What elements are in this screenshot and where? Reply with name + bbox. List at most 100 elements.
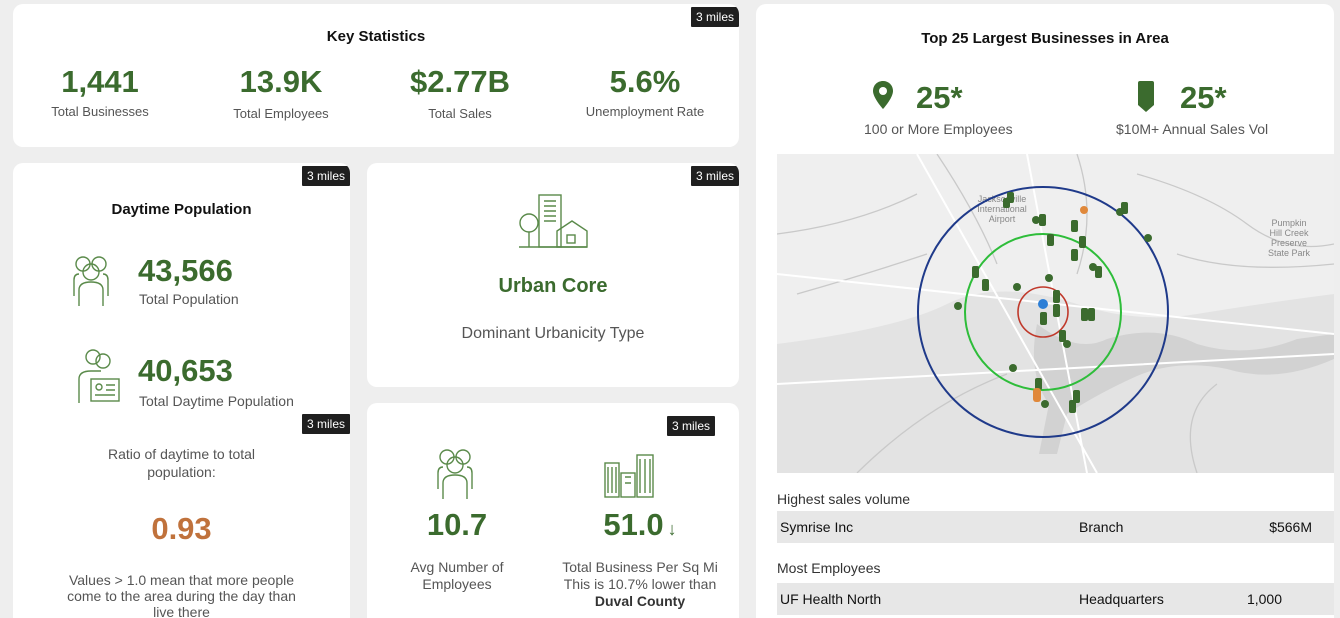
avg-employees-label-line: Avg Number of (410, 559, 504, 575)
business-name: Symrise Inc (780, 519, 854, 535)
daytime-population-value: 40,653 (138, 353, 233, 388)
urbanicity-value: Urban Core (498, 275, 608, 297)
stat-label: Unemployment Rate (585, 104, 705, 119)
map-label-park: Pumpkin (1271, 218, 1306, 228)
map-pin[interactable] (1032, 216, 1040, 224)
down-arrow-icon: ↓ (667, 519, 677, 539)
stat-value: 5.6% (609, 64, 681, 99)
map-marker[interactable] (1088, 308, 1095, 321)
map-pin[interactable] (1063, 340, 1071, 348)
map-pin[interactable] (1144, 234, 1152, 242)
stat-total-sales: $2.77B Total Sales (385, 64, 535, 121)
map-pin[interactable] (954, 302, 962, 310)
map-marker[interactable] (1053, 290, 1060, 303)
sales-count-label: $10M+ Annual Sales Vol (1116, 121, 1269, 137)
map-marker[interactable] (1053, 304, 1060, 317)
ratio-note: Values > 1.0 mean that more people come … (13, 572, 350, 618)
density-compare-area: Duval County (594, 593, 686, 609)
map-marker[interactable] (1069, 400, 1076, 413)
daytime-population-card: 3 miles Daytime Population 43,566 Total … (13, 163, 350, 618)
city-buildings-icon (519, 194, 588, 248)
key-statistics-title: Key Statistics (326, 28, 426, 45)
business-value: 1,000 (1246, 591, 1282, 607)
map-pin[interactable] (1041, 400, 1049, 408)
person-id-icon (78, 349, 120, 403)
radius-badge: 3 miles (666, 416, 715, 436)
map-label-airport: International (977, 204, 1027, 214)
map-marker[interactable] (1003, 198, 1010, 208)
avg-employees-value: 10.7 (426, 507, 488, 542)
stat-total-businesses: 1,441 Total Businesses (25, 64, 175, 119)
stat-label: Total Businesses (51, 104, 149, 119)
stat-label: Total Sales (428, 106, 492, 121)
business-location-map[interactable]: Jacksonville International Airport Pumpk… (777, 154, 1334, 473)
avg-employees-label: Avg Number of Employees (387, 559, 527, 593)
total-population-label: Total Population (139, 291, 239, 307)
density-label-line: Total Business Per Sq Mi (562, 559, 718, 575)
map-marker[interactable] (1081, 308, 1088, 321)
map-label-airport: Jacksonville (978, 194, 1027, 204)
urbanicity-card: 3 miles Urban Core Dominant Urbanicity T… (367, 163, 739, 387)
daytime-population-title: Daytime Population (111, 201, 252, 218)
map-marker[interactable] (1047, 234, 1054, 246)
stat-value: $2.77B (410, 64, 510, 99)
business-density-value: 51.0 ↓ (545, 507, 735, 543)
map-pin[interactable] (1045, 274, 1053, 282)
ratio-value: 0.93 (151, 511, 212, 546)
top-businesses-card: Top 25 Largest Businesses in Area 25* 10… (756, 4, 1334, 618)
employees-count-label: 100 or More Employees (864, 121, 1013, 137)
table-row[interactable]: Symrise Inc Branch $566M (777, 511, 1334, 543)
map-marker[interactable] (1039, 214, 1046, 226)
map-marker[interactable] (1071, 220, 1078, 232)
orange-marker[interactable] (1033, 388, 1041, 402)
most-employees-heading: Most Employees (777, 560, 881, 576)
avg-employees-label-line: Employees (422, 576, 492, 592)
stat-unemployment-rate: 5.6% Unemployment Rate (565, 64, 725, 119)
business-name: UF Health North (780, 591, 882, 607)
density-number: 51.0 (603, 507, 664, 542)
map-pin[interactable] (1013, 283, 1021, 291)
map-marker[interactable] (1040, 312, 1047, 325)
ratio-note-line: come to the area during the day than (67, 588, 296, 604)
map-label-park: Hill Creek (1269, 228, 1309, 238)
map-marker-icon (1138, 81, 1154, 112)
map-marker[interactable] (972, 266, 979, 278)
stat-value: 1,441 (61, 64, 139, 99)
business-type: Branch (1079, 519, 1124, 535)
map-label-park: State Park (1268, 248, 1311, 258)
map-pin-icon (873, 81, 893, 109)
business-density-label: Total Business Per Sq Mi This is 10.7% l… (535, 559, 739, 610)
map-pin[interactable] (1009, 364, 1017, 372)
ratio-label: Ratio of daytime to total population: (13, 445, 350, 481)
ratio-label-line: population: (147, 464, 216, 480)
radius-badge: 3 miles (690, 166, 739, 186)
map-label-park: Preserve (1271, 238, 1307, 248)
density-compare-line: This is 10.7% lower than (563, 576, 717, 592)
orange-pin[interactable] (1080, 206, 1088, 214)
radius-badge: 3 miles (301, 166, 350, 186)
business-value: $566M (1269, 519, 1312, 535)
highest-sales-heading: Highest sales volume (777, 491, 911, 507)
map-pin[interactable] (1089, 263, 1097, 271)
business-density-card: 3 miles 10.7 Avg Number of Employees 51.… (367, 403, 739, 618)
map-marker[interactable] (1059, 330, 1066, 342)
stat-total-employees: 13.9K Total Employees (206, 64, 356, 121)
people-group-icon (437, 449, 473, 499)
map-pin[interactable] (1116, 208, 1124, 216)
daytime-population-label: Total Daytime Population (139, 393, 294, 409)
map-marker[interactable] (1079, 236, 1086, 248)
radius-badge: 3 miles (690, 7, 739, 27)
office-buildings-icon (604, 454, 654, 498)
key-statistics-card: 3 miles Key Statistics 1,441 Total Busin… (13, 4, 739, 147)
ratio-label-line: Ratio of daytime to total (107, 446, 256, 462)
radius-badge: 3 miles (301, 414, 350, 434)
stat-label: Total Employees (233, 106, 329, 121)
top-businesses-title: Top 25 Largest Businesses in Area (921, 30, 1169, 47)
map-marker[interactable] (1071, 249, 1078, 261)
table-row[interactable]: UF Health North Headquarters 1,000 (777, 583, 1334, 615)
people-group-icon (73, 256, 109, 306)
map-marker[interactable] (982, 279, 989, 291)
site-location-pin[interactable] (1038, 299, 1048, 309)
ratio-note-line: live there (153, 604, 210, 618)
business-type: Headquarters (1079, 591, 1164, 607)
